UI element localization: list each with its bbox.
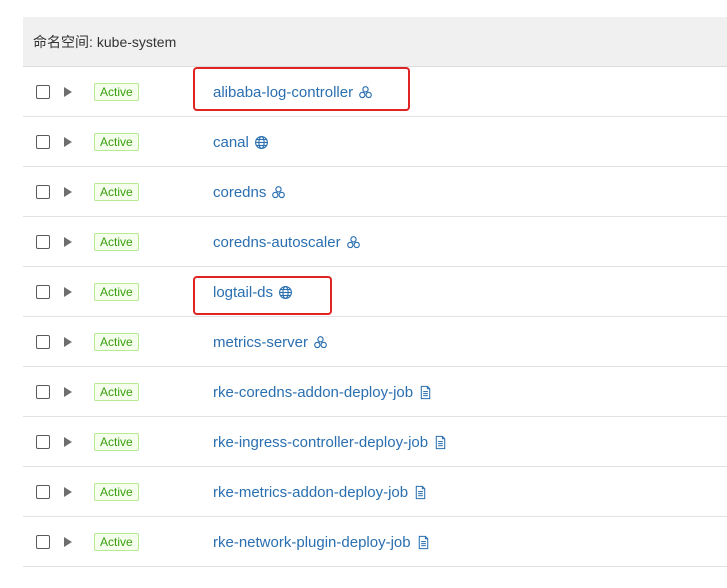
expand-arrow-icon[interactable]	[64, 387, 72, 397]
workload-name: rke-ingress-controller-deploy-job	[213, 433, 429, 451]
status-badge: Active	[94, 333, 139, 351]
row-checkbox[interactable]	[36, 485, 50, 499]
expand-arrow-icon[interactable]	[64, 237, 72, 247]
job-icon	[416, 535, 431, 550]
deployment-icon	[313, 335, 328, 350]
table-row: Active canal	[23, 117, 727, 167]
expand-arrow-icon[interactable]	[64, 537, 72, 547]
workload-link[interactable]: metrics-server	[213, 331, 328, 353]
table-row: Active rke-ingress-controller-deploy-job	[23, 417, 727, 467]
workload-name: rke-coredns-addon-deploy-job	[213, 383, 414, 401]
workload-rows: Active alibaba-log-controller Active canal A…	[23, 67, 727, 567]
workload-name: rke-network-plugin-deploy-job	[213, 533, 411, 551]
table-row: Active metrics-server	[23, 317, 727, 367]
row-checkbox[interactable]	[36, 335, 50, 349]
status-badge: Active	[94, 183, 139, 201]
daemonset-icon	[254, 135, 269, 150]
table-row: Active rke-network-plugin-deploy-job	[23, 517, 727, 567]
table-row: Active logtail-ds	[23, 267, 727, 317]
row-checkbox[interactable]	[36, 135, 50, 149]
workload-name: canal	[213, 133, 249, 151]
expand-arrow-icon[interactable]	[64, 287, 72, 297]
expand-arrow-icon[interactable]	[64, 87, 72, 97]
workload-link[interactable]: coredns-autoscaler	[213, 231, 361, 253]
expand-arrow-icon[interactable]	[64, 487, 72, 497]
status-badge: Active	[94, 433, 139, 451]
status-badge: Active	[94, 533, 139, 551]
table-row: Active coredns	[23, 167, 727, 217]
row-checkbox[interactable]	[36, 385, 50, 399]
workload-link[interactable]: rke-ingress-controller-deploy-job	[213, 431, 448, 453]
workload-link[interactable]: rke-coredns-addon-deploy-job	[213, 381, 433, 403]
deployment-icon	[271, 185, 286, 200]
status-badge: Active	[94, 233, 139, 251]
namespace-value: kube-system	[96, 33, 177, 50]
row-checkbox[interactable]	[36, 85, 50, 99]
deployment-icon	[346, 235, 361, 250]
namespace-label: 命名空间:	[33, 33, 93, 50]
expand-arrow-icon[interactable]	[64, 437, 72, 447]
status-badge: Active	[94, 383, 139, 401]
table-row: Active coredns-autoscaler	[23, 217, 727, 267]
job-icon	[413, 485, 428, 500]
row-checkbox[interactable]	[36, 185, 50, 199]
highlight-box-alibaba-log-controller	[193, 67, 410, 111]
workload-link[interactable]: rke-metrics-addon-deploy-job	[213, 481, 428, 503]
workload-name: coredns	[213, 183, 267, 201]
workload-name: rke-metrics-addon-deploy-job	[213, 483, 409, 501]
workload-link[interactable]: rke-network-plugin-deploy-job	[213, 531, 431, 553]
workload-link[interactable]: canal	[213, 131, 269, 153]
status-badge: Active	[94, 133, 139, 151]
namespace-group-header: 命名空间: kube-system	[23, 17, 727, 67]
row-checkbox[interactable]	[36, 285, 50, 299]
table-row: Active rke-metrics-addon-deploy-job	[23, 467, 727, 517]
expand-arrow-icon[interactable]	[64, 137, 72, 147]
expand-arrow-icon[interactable]	[64, 187, 72, 197]
table-row: Active rke-coredns-addon-deploy-job	[23, 367, 727, 417]
job-icon	[433, 435, 448, 450]
job-icon	[418, 385, 433, 400]
status-badge: Active	[94, 83, 139, 101]
row-checkbox[interactable]	[36, 235, 50, 249]
expand-arrow-icon[interactable]	[64, 337, 72, 347]
row-checkbox[interactable]	[36, 535, 50, 549]
workload-name: metrics-server	[213, 333, 309, 351]
workload-link[interactable]: coredns	[213, 181, 286, 203]
highlight-box-logtail-ds	[193, 276, 332, 315]
row-checkbox[interactable]	[36, 435, 50, 449]
status-badge: Active	[94, 483, 139, 501]
status-badge: Active	[94, 283, 139, 301]
workload-name: coredns-autoscaler	[213, 233, 341, 251]
